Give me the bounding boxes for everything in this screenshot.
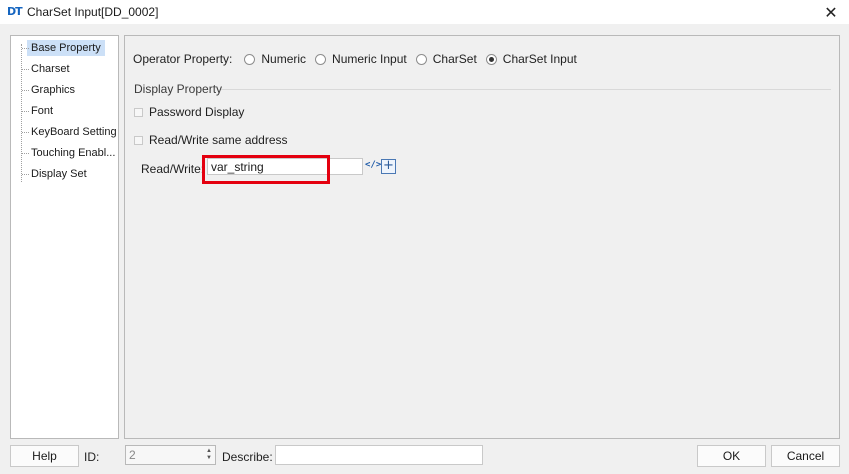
radio-charset[interactable]: CharSet xyxy=(415,52,477,66)
tree-item-charset[interactable]: Charset xyxy=(22,60,118,78)
radio-label: CharSet xyxy=(432,52,477,66)
cancel-button[interactable]: Cancel xyxy=(771,445,840,467)
tree-item-label: Charset xyxy=(31,63,70,75)
tree-item-label: Display Set xyxy=(31,168,87,180)
radio-numeric[interactable]: Numeric xyxy=(244,52,306,66)
group-divider xyxy=(221,89,831,90)
tree-item-touching-enable[interactable]: Touching Enabl... xyxy=(22,144,118,162)
spin-arrows-icon[interactable]: ▲ ▼ xyxy=(205,448,213,462)
radio-circle[interactable] xyxy=(244,53,256,65)
radio-circle-checked[interactable] xyxy=(485,53,497,65)
operator-property-label: Operator Property: xyxy=(133,52,233,66)
describe-label: Describe: xyxy=(222,450,273,464)
help-button[interactable]: Help xyxy=(10,445,79,467)
same-address-label: Read/Write same address xyxy=(149,133,288,147)
code-icon[interactable]: </> xyxy=(365,160,381,170)
tree-item-label: Touching Enabl... xyxy=(31,147,116,159)
radio-label: CharSet Input xyxy=(502,52,577,66)
tree-item-font[interactable]: Font xyxy=(22,102,118,120)
radio-numeric-input[interactable]: Numeric Input xyxy=(315,52,407,66)
password-display-checkbox-row[interactable]: Password Display xyxy=(134,105,244,119)
add-address-button[interactable]: + xyxy=(381,159,396,174)
display-property-group-title: Display Property xyxy=(134,82,223,96)
tree-item-graphics[interactable]: Graphics xyxy=(22,81,118,99)
radio-label: Numeric xyxy=(261,52,307,66)
read-write-address-input[interactable] xyxy=(207,158,363,175)
password-display-checkbox[interactable] xyxy=(134,107,143,117)
tree-item-keyboard-setting[interactable]: KeyBoard Setting xyxy=(22,123,118,141)
ok-button[interactable]: OK xyxy=(697,445,766,467)
describe-input[interactable] xyxy=(275,445,483,465)
same-address-checkbox-row[interactable]: Read/Write same address xyxy=(134,133,288,147)
app-logo-icon: DT xyxy=(7,5,23,18)
property-tree: Base Property Charset Graphics Font KeyB… xyxy=(10,35,119,439)
operator-property-row: Operator Property: Numeric Numeric Input… xyxy=(133,52,586,66)
id-value: 2 xyxy=(129,448,136,462)
password-display-label: Password Display xyxy=(149,105,245,119)
tree-item-label: KeyBoard Setting xyxy=(31,126,117,138)
id-label: ID: xyxy=(84,450,100,464)
tree-item-display-set[interactable]: Display Set xyxy=(22,165,118,183)
close-button[interactable]: ✕ xyxy=(817,1,845,23)
read-write-label: Read/Write: xyxy=(141,162,205,176)
tree-item-label: Font xyxy=(31,105,54,117)
radio-label: Numeric Input xyxy=(332,52,407,66)
dialog-body: Base Property Charset Graphics Font KeyB… xyxy=(0,24,849,474)
tree-item-base-property[interactable]: Base Property xyxy=(22,39,118,57)
tree-item-label: Graphics xyxy=(31,84,76,96)
radio-charset-input[interactable]: CharSet Input xyxy=(485,52,577,66)
title-bar: DT CharSet Input[DD_0002] ✕ xyxy=(0,0,849,24)
id-spinbox[interactable]: 2 ▲ ▼ xyxy=(125,445,216,465)
tree-item-label: Base Property xyxy=(27,40,105,56)
window-title: CharSet Input[DD_0002] xyxy=(27,5,159,19)
radio-circle[interactable] xyxy=(315,53,327,65)
same-address-checkbox[interactable] xyxy=(134,135,143,145)
radio-circle[interactable] xyxy=(415,53,427,65)
property-panel: Operator Property: Numeric Numeric Input… xyxy=(124,35,840,439)
